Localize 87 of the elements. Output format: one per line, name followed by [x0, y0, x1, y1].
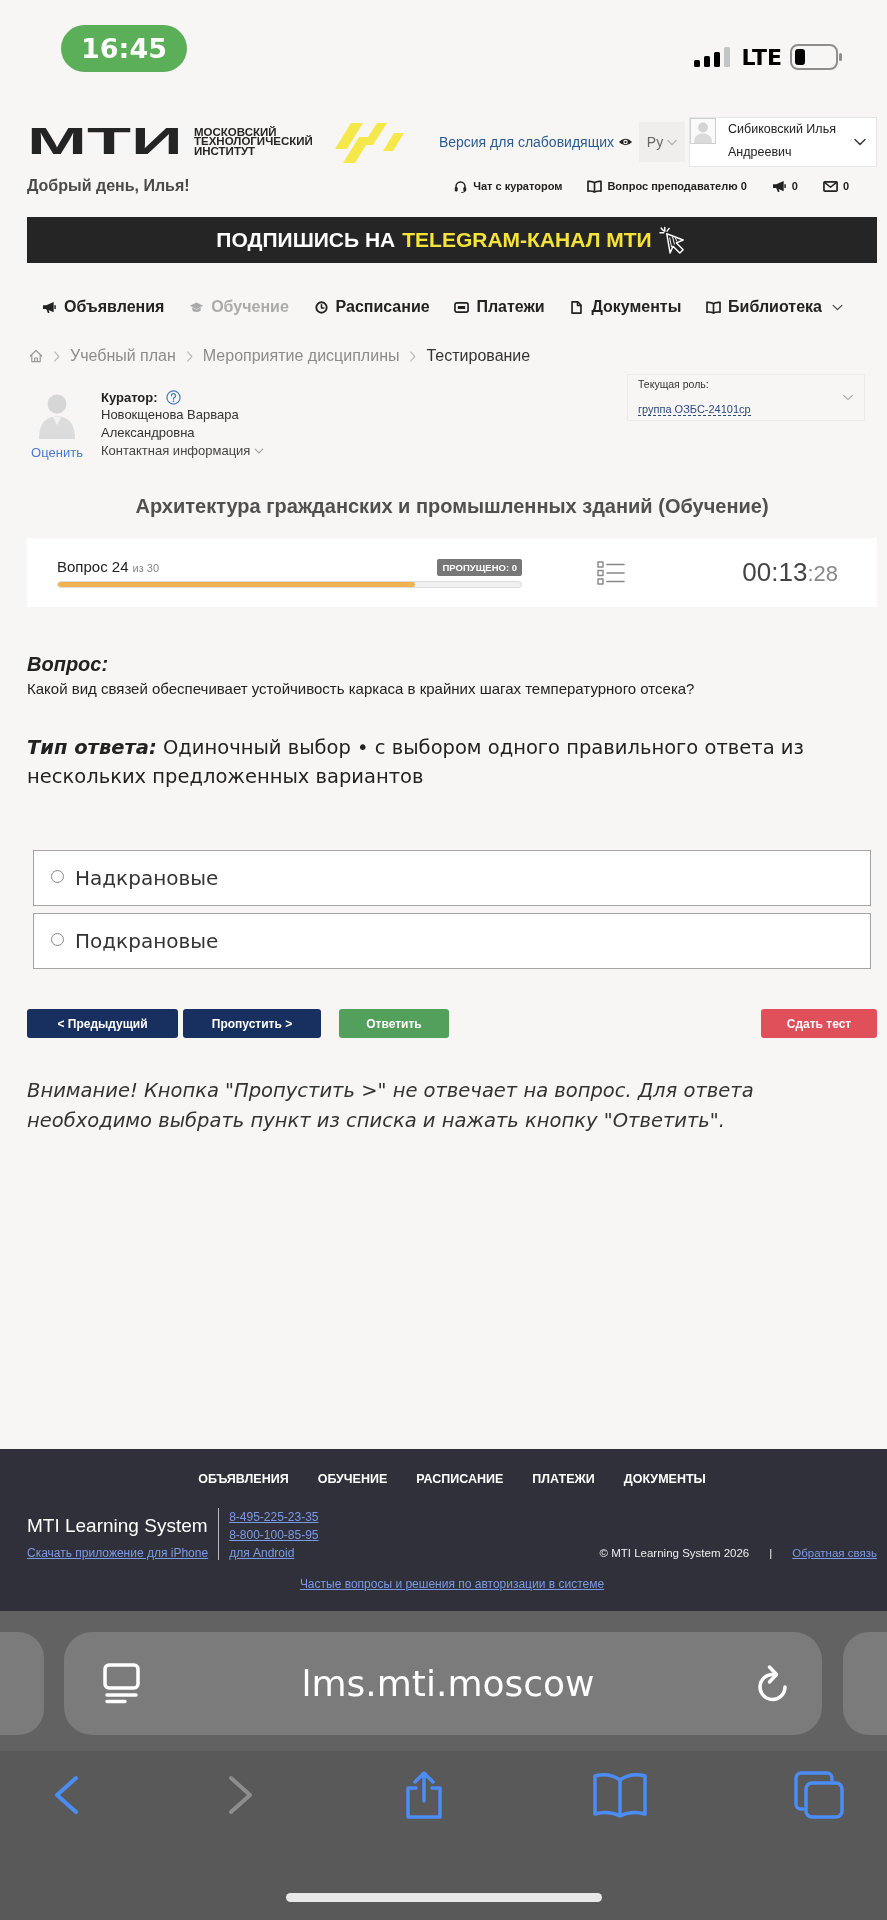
greeting-text: Добрый день, Илья!	[27, 177, 190, 195]
logo-subtitle: МОСКОВСКИЙ ТЕХНОЛОГИЧЕСКИЙ ИНСТИТУТ	[194, 127, 314, 157]
chat-link[interactable]: Чат с куратором	[453, 179, 563, 193]
envelope-icon	[822, 179, 838, 193]
help-icon[interactable]	[165, 390, 181, 405]
question-heading: Вопрос:	[27, 652, 110, 676]
book-icon	[587, 179, 603, 193]
chevron-down-icon	[854, 138, 866, 146]
headset-icon	[453, 179, 469, 193]
chevron-right-icon	[185, 350, 193, 362]
submit-test-button[interactable]: Сдать тест	[761, 1009, 877, 1038]
answer-type-text: Тип ответа: Одиночный выбор • с выбором одного правильного ответа из нескольких предложенных вариантов	[27, 735, 805, 790]
question-total: из 30	[132, 561, 159, 574]
page-menu-icon[interactable]	[103, 1663, 140, 1704]
chevron-right-icon	[409, 350, 417, 362]
chevron-right-icon	[53, 350, 60, 362]
megaphone-icon	[42, 300, 57, 314]
nav-item[interactable]: Расписание	[313, 298, 430, 316]
faq-link[interactable]: Частые вопросы и решения по авторизации в системе	[299, 1577, 605, 1591]
footer-brand: MTI Learning System	[27, 1514, 209, 1538]
accessibility-link[interactable]: Версия для слабовидящих	[438, 134, 633, 150]
logo-stripes-icon	[333, 121, 406, 163]
notice-text: Внимание! Кнопка "Пропустить >" не отвечает на вопрос. Для ответа необходимо выбрать пункт из списка и нажать кнопку "Ответить".	[27, 1078, 755, 1134]
copyright-text: © MTI Learning System 2026	[599, 1546, 750, 1561]
telegram-banner[interactable]: ПОДПИШИСЬ НА TELEGRAM-КАНАЛ МТИ	[27, 217, 877, 263]
android-app-link[interactable]: для Android	[229, 1544, 319, 1562]
chevron-down-icon	[667, 138, 678, 146]
role-value[interactable]: группа ОЗБС-24101ср	[638, 403, 751, 416]
question-text: Какой вид связей обеспечивает устойчивость каркаса в крайних шагах температурного отсека?	[27, 679, 696, 699]
megaphone-icon	[771, 179, 787, 193]
footer-nav-link[interactable]: ОБЪЯВЛЕНИЯ	[198, 1471, 289, 1487]
logo-wordmark: МТИ	[27, 127, 183, 157]
course-title: Архитектура гражданских и промышленных зданий (Обучение)	[134, 494, 770, 518]
radio-button[interactable]	[51, 869, 64, 883]
address-field[interactable]: lms.mti.moscow	[64, 1632, 822, 1735]
phone-link[interactable]: 8-495-225-23-35	[229, 1508, 319, 1526]
timer-text: 00:13	[742, 557, 808, 588]
battery-icon	[790, 44, 843, 70]
nav-item[interactable]: Документы	[569, 298, 682, 316]
footer-nav-link[interactable]: ПЛАТЕЖИ	[532, 1471, 595, 1487]
network-type: LTE	[741, 44, 782, 70]
book-icon	[706, 300, 722, 314]
chevron-down-icon	[254, 448, 265, 454]
question-list-icon[interactable]	[597, 560, 625, 585]
nav-item[interactable]: Библиотека	[706, 298, 843, 316]
user-menu[interactable]: Сибиковский Илья Андреевич	[689, 117, 877, 167]
tabs-icon[interactable]	[793, 1770, 845, 1820]
previous-button[interactable]: < Предыдущий	[27, 1009, 178, 1038]
nav-item[interactable]: Платежи	[454, 298, 545, 316]
iphone-app-link[interactable]: Скачать приложение для iPhone	[27, 1544, 209, 1562]
graduation-cap-icon	[189, 300, 205, 314]
phone-link[interactable]: 8-800-100-85-95	[229, 1526, 319, 1544]
home-icon[interactable]	[29, 349, 43, 363]
avatar-icon	[690, 118, 716, 144]
breadcrumb-current: Тестирование	[426, 347, 531, 365]
question-number: Вопрос 24	[57, 557, 129, 575]
role-label: Текущая роль:	[638, 378, 710, 390]
timer-seconds: :28	[807, 561, 838, 587]
card-icon	[454, 300, 470, 314]
language-select[interactable]: Ру	[639, 122, 685, 162]
contact-info-toggle[interactable]: Контактная информация	[101, 442, 265, 460]
role-select[interactable]: Текущая роль: группа ОЗБС-24101ср	[627, 374, 865, 421]
messages-link[interactable]: 0	[822, 179, 849, 193]
announcements-link[interactable]: 0	[771, 179, 798, 193]
side-tab-preview[interactable]	[0, 1632, 44, 1735]
teacher-question-link[interactable]: Вопрос преподавателю 0	[587, 179, 747, 193]
skipped-badge: ПРОПУЩЕНО: 0	[437, 558, 522, 576]
answer-option[interactable]: Подкрановые	[33, 913, 871, 969]
footer-nav-link[interactable]: ОБУЧЕНИЕ	[317, 1471, 388, 1487]
document-icon	[569, 300, 585, 314]
status-time: 16:45	[61, 25, 187, 72]
clock-icon	[313, 300, 329, 314]
curator-name: Новокщенова Варвара Александровна	[101, 406, 240, 442]
eye-icon	[618, 137, 633, 147]
feedback-link[interactable]: Обратная связь	[792, 1544, 877, 1562]
radio-button[interactable]	[51, 932, 64, 946]
curator-label: Куратор:	[101, 390, 158, 405]
side-tab-preview[interactable]	[843, 1632, 887, 1735]
skip-button[interactable]: Пропустить >	[183, 1009, 321, 1038]
footer-nav-link[interactable]: ДОКУМЕНТЫ	[623, 1471, 706, 1487]
separator-text: |	[769, 1546, 773, 1561]
nav-item[interactable]: Объявления	[42, 298, 165, 316]
chevron-down-icon	[842, 394, 854, 401]
rate-link[interactable]: Оценить	[31, 444, 83, 462]
footer-nav-link[interactable]: РАСПИСАНИЕ	[416, 1471, 504, 1487]
answer-option[interactable]: Надкрановые	[33, 850, 871, 906]
bookmarks-icon[interactable]	[592, 1772, 648, 1818]
